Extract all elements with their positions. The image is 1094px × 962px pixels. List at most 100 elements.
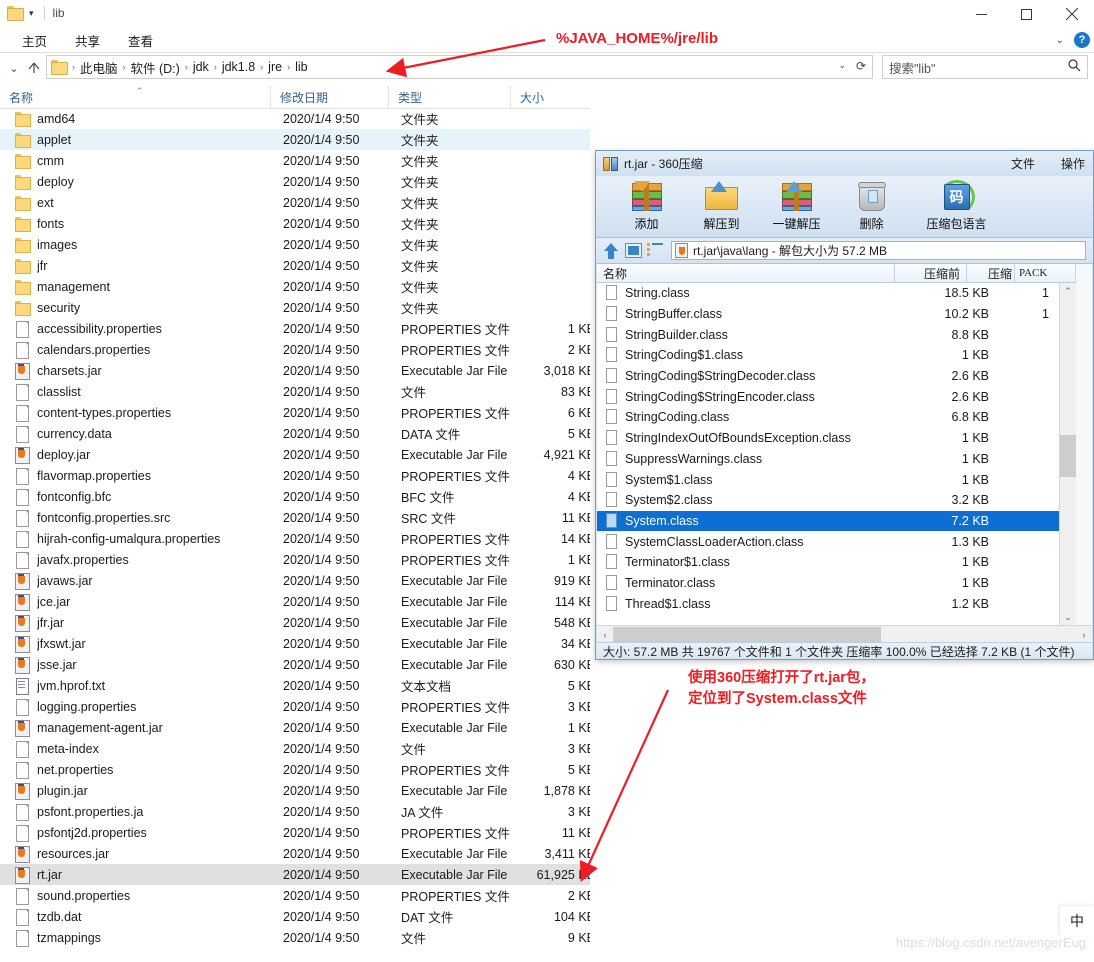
breadcrumb-lib[interactable]: lib	[292, 60, 311, 74]
tab-home[interactable]: 主页	[8, 29, 61, 52]
table-row[interactable]: jfr 2020/1/4 9:50 文件夹	[0, 255, 590, 276]
table-row[interactable]: classlist 2020/1/4 9:50 文件 83 KB	[0, 381, 590, 402]
list-item[interactable]: SystemClassLoaderAction.class 1.3 KB	[597, 531, 1077, 552]
table-row[interactable]: psfontj2d.properties 2020/1/4 9:50 PROPERT…	[0, 822, 590, 843]
toolbar-add-button[interactable]: 添加	[609, 179, 684, 232]
column-header-size[interactable]: 大小	[510, 86, 590, 108]
close-button[interactable]	[1049, 0, 1094, 28]
scroll-up-icon[interactable]: ⌃	[1060, 283, 1076, 299]
table-row[interactable]: jfr.jar 2020/1/4 9:50 Executable Jar File 5…	[0, 612, 590, 633]
table-row[interactable]: resources.jar 2020/1/4 9:50 Executable Jar…	[0, 843, 590, 864]
menu-file[interactable]: 文件	[1011, 155, 1035, 172]
table-row[interactable]: accessibility.properties 2020/1/4 9:50 PRO…	[0, 318, 590, 339]
archiver-file-list[interactable]: String.class 18.5 KB 1 StringBuffer.class 10…	[597, 283, 1078, 625]
breadcrumb-drive-d[interactable]: 软件 (D:)	[128, 58, 183, 77]
table-row[interactable]: sound.properties 2020/1/4 9:50 PROPERTIES …	[0, 885, 590, 906]
table-row[interactable]: currency.data 2020/1/4 9:50 DATA 文件 5 KB	[0, 423, 590, 444]
breadcrumb-this-pc[interactable]: 此电脑	[77, 58, 121, 77]
table-row[interactable]: javaws.jar 2020/1/4 9:50 Executable Jar Fi…	[0, 570, 590, 591]
list-item[interactable]: System$1.class 1 KB	[597, 469, 1077, 490]
toolbar-delete-button[interactable]: 删除	[834, 179, 909, 232]
archiver-horizontal-scrollbar[interactable]: ‹ ›	[597, 625, 1092, 643]
list-item[interactable]: System$2.class 3.2 KB	[597, 490, 1077, 511]
tab-view[interactable]: 查看	[114, 29, 167, 52]
archiver-column-header-name[interactable]: 名称	[597, 263, 895, 283]
toolbar-extract-to-button[interactable]: 解压到	[684, 179, 759, 232]
table-row[interactable]: deploy 2020/1/4 9:50 文件夹	[0, 171, 590, 192]
help-icon[interactable]: ?	[1074, 32, 1090, 48]
up-button[interactable]	[24, 56, 44, 80]
list-item[interactable]: Thread$1.class 1.2 KB	[597, 593, 1077, 614]
scrollbar-thumb[interactable]	[1060, 435, 1076, 477]
list-item[interactable]: StringCoding$StringDecoder.class 2.6 KB	[597, 366, 1077, 387]
list-item[interactable]: StringCoding.class 6.8 KB	[597, 407, 1077, 428]
scroll-left-icon[interactable]: ‹	[597, 627, 613, 643]
menu-operations[interactable]: 操作	[1061, 155, 1085, 172]
recent-locations-button[interactable]: ⌄	[4, 56, 24, 80]
scroll-right-icon[interactable]: ›	[1076, 627, 1092, 643]
chevron-down-icon[interactable]: ▾	[27, 6, 36, 20]
table-row[interactable]: fontconfig.bfc 2020/1/4 9:50 BFC 文件 4 KB	[0, 486, 590, 507]
table-row[interactable]: charsets.jar 2020/1/4 9:50 Executable Jar …	[0, 360, 590, 381]
breadcrumb-jdk[interactable]: jdk	[190, 60, 212, 74]
table-row[interactable]: hijrah-config-umalqura.properties 2020/1/…	[0, 528, 590, 549]
table-row[interactable]: amd64 2020/1/4 9:50 文件夹	[0, 108, 590, 129]
list-item[interactable]: SuppressWarnings.class 1 KB	[597, 449, 1077, 470]
minimize-button[interactable]	[959, 0, 1004, 28]
view-mode-icon[interactable]	[625, 243, 642, 258]
table-row[interactable]: rt.jar 2020/1/4 9:50 Executable Jar File 61…	[0, 864, 590, 885]
list-item[interactable]: System.class 7.2 KB	[597, 510, 1077, 532]
archive-path-field[interactable]: rt.jar\java\lang - 解包大小为 57.2 MB	[671, 241, 1086, 260]
list-item[interactable]: String.class 18.5 KB 1	[597, 283, 1077, 304]
table-row[interactable]: management-agent.jar 2020/1/4 9:50 Executa…	[0, 717, 590, 738]
table-row[interactable]: meta-index 2020/1/4 9:50 文件 3 KB	[0, 738, 590, 759]
column-header-date[interactable]: 修改日期	[270, 86, 388, 108]
table-row[interactable]: jsse.jar 2020/1/4 9:50 Executable Jar File…	[0, 654, 590, 675]
list-item[interactable]: StringCoding$StringEncoder.class 2.6 KB	[597, 386, 1077, 407]
table-row[interactable]: tzmappings 2020/1/4 9:50 文件 9 KB	[0, 927, 590, 948]
scroll-down-icon[interactable]: ⌄	[1060, 609, 1076, 625]
scrollbar-thumb[interactable]	[613, 626, 881, 642]
table-row[interactable]: jce.jar 2020/1/4 9:50 Executable Jar File 1…	[0, 591, 590, 612]
table-row[interactable]: fonts 2020/1/4 9:50 文件夹	[0, 213, 590, 234]
breadcrumb-jdk18[interactable]: jdk1.8	[219, 60, 258, 74]
chevron-down-icon[interactable]: ⌄	[838, 60, 846, 71]
table-row[interactable]: jfxswt.jar 2020/1/4 9:50 Executable Jar Fi…	[0, 633, 590, 654]
table-row[interactable]: content-types.properties 2020/1/4 9:50 PRO…	[0, 402, 590, 423]
table-row[interactable]: logging.properties 2020/1/4 9:50 PROPERTIE…	[0, 696, 590, 717]
table-row[interactable]: cmm 2020/1/4 9:50 文件夹	[0, 150, 590, 171]
archiver-column-header-after[interactable]: 压缩	[967, 263, 1015, 283]
scrollbar-track[interactable]	[613, 626, 1076, 643]
list-item[interactable]: Terminator.class 1 KB	[597, 573, 1077, 594]
archiver-column-header-before[interactable]: 压缩前	[895, 263, 967, 283]
maximize-button[interactable]	[1004, 0, 1049, 28]
archiver-vertical-scrollbar[interactable]: ⌃ ⌄	[1059, 283, 1076, 625]
table-row[interactable]: security 2020/1/4 9:50 文件夹	[0, 297, 590, 318]
breadcrumb-address-field[interactable]: › 此电脑 › 软件 (D:) › jdk › jdk1.8 › jre › l…	[46, 55, 873, 79]
refresh-icon[interactable]: ⟳	[856, 59, 866, 73]
list-item[interactable]: Terminator$1.class 1 KB	[597, 552, 1077, 573]
table-row[interactable]: tzdb.dat 2020/1/4 9:50 DAT 文件 104 KB	[0, 906, 590, 927]
breadcrumb-jre[interactable]: jre	[265, 60, 285, 74]
table-row[interactable]: ext 2020/1/4 9:50 文件夹	[0, 192, 590, 213]
table-row[interactable]: plugin.jar 2020/1/4 9:50 Executable Jar Fi…	[0, 780, 590, 801]
column-header-type[interactable]: 类型	[388, 86, 510, 108]
table-row[interactable]: net.properties 2020/1/4 9:50 PROPERTIES 文件…	[0, 759, 590, 780]
quick-access-toolbar[interactable]: ▾ lib	[7, 3, 65, 23]
table-row[interactable]: flavormap.properties 2020/1/4 9:50 PROPERT…	[0, 465, 590, 486]
search-box[interactable]: 搜索"lib"	[882, 55, 1088, 79]
table-row[interactable]: management 2020/1/4 9:50 文件夹	[0, 276, 590, 297]
table-row[interactable]: images 2020/1/4 9:50 文件夹	[0, 234, 590, 255]
search-icon[interactable]	[1068, 59, 1081, 75]
toolbar-one-click-extract-button[interactable]: 一键解压	[759, 179, 834, 232]
file-list[interactable]: amd64 2020/1/4 9:50 文件夹 applet 2020/1/4 9:50…	[0, 108, 590, 962]
list-item[interactable]: StringBuffer.class 10.2 KB 1	[597, 304, 1077, 325]
list-item[interactable]: StringCoding$1.class 1 KB	[597, 345, 1077, 366]
list-view-icon[interactable]	[647, 243, 664, 258]
table-row[interactable]: jvm.hprof.txt 2020/1/4 9:50 文本文档 5 KB	[0, 675, 590, 696]
chevron-down-icon[interactable]: ⌄	[1056, 35, 1064, 46]
list-item[interactable]: StringBuilder.class 8.8 KB	[597, 324, 1077, 345]
toolbar-archive-language-button[interactable]: 码 压缩包语言	[909, 179, 1004, 232]
table-row[interactable]: deploy.jar 2020/1/4 9:50 Executable Jar Fi…	[0, 444, 590, 465]
table-row[interactable]: fontconfig.properties.src 2020/1/4 9:50 SR…	[0, 507, 590, 528]
